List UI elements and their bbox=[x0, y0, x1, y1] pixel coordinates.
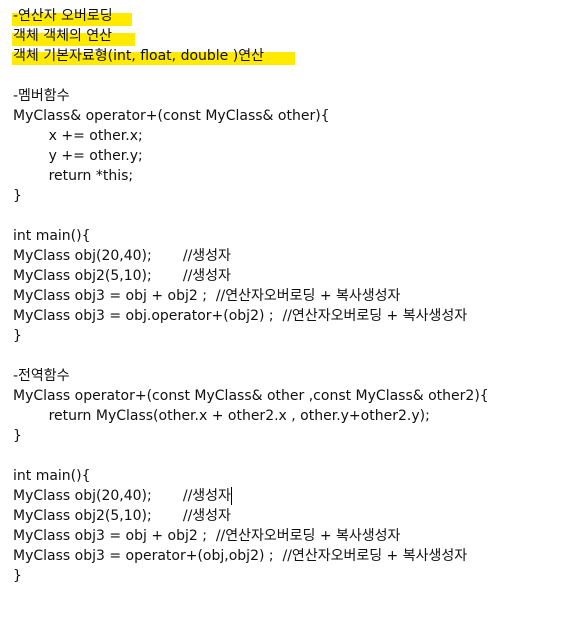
code-line: return MyClass(other.x + other2.x , othe… bbox=[13, 408, 430, 424]
title-line: 객체 기본자료형(int, float, double )연산 bbox=[13, 48, 264, 64]
code-line: } bbox=[13, 428, 22, 444]
code-line: MyClass& operator+(const MyClass& other)… bbox=[13, 108, 330, 124]
code-line: x += other.x; bbox=[13, 128, 143, 144]
code-line: MyClass obj(20,40); //생성자 bbox=[13, 488, 231, 504]
section-heading-global: -전역함수 bbox=[13, 368, 70, 384]
code-line: MyClass obj3 = obj + obj2 ; //연산자오버로딩 + … bbox=[13, 288, 401, 304]
code-line: int main(){ bbox=[13, 468, 91, 484]
code-line: MyClass obj3 = obj + obj2 ; //연산자오버로딩 + … bbox=[13, 528, 401, 544]
code-line: MyClass obj3 = obj.operator+(obj2) ; //연… bbox=[13, 308, 468, 324]
text-caret bbox=[231, 487, 232, 505]
code-line: MyClass obj2(5,10); //생성자 bbox=[13, 268, 231, 284]
code-line: MyClass obj(20,40); //생성자 bbox=[13, 248, 231, 264]
code-line: return *this; bbox=[13, 168, 134, 184]
code-line: int main(){ bbox=[13, 228, 91, 244]
note-document[interactable]: -연산자 오버로딩 객체 객체의 연산 객체 기본자료형(int, float,… bbox=[0, 0, 586, 619]
code-line: MyClass operator+(const MyClass& other ,… bbox=[13, 388, 489, 404]
code-line: } bbox=[13, 188, 22, 204]
code-line: y += other.y; bbox=[13, 148, 143, 164]
section-heading-member: -멤버함수 bbox=[13, 88, 70, 104]
code-line: MyClass obj2(5,10); //생성자 bbox=[13, 508, 231, 524]
code-line: MyClass obj3 = operator+(obj,obj2) ; //연… bbox=[13, 548, 468, 564]
code-line: } bbox=[13, 328, 22, 344]
title-line: 객체 객체의 연산 bbox=[13, 28, 113, 44]
title-line: -연산자 오버로딩 bbox=[13, 8, 113, 24]
code-line: } bbox=[13, 568, 22, 584]
